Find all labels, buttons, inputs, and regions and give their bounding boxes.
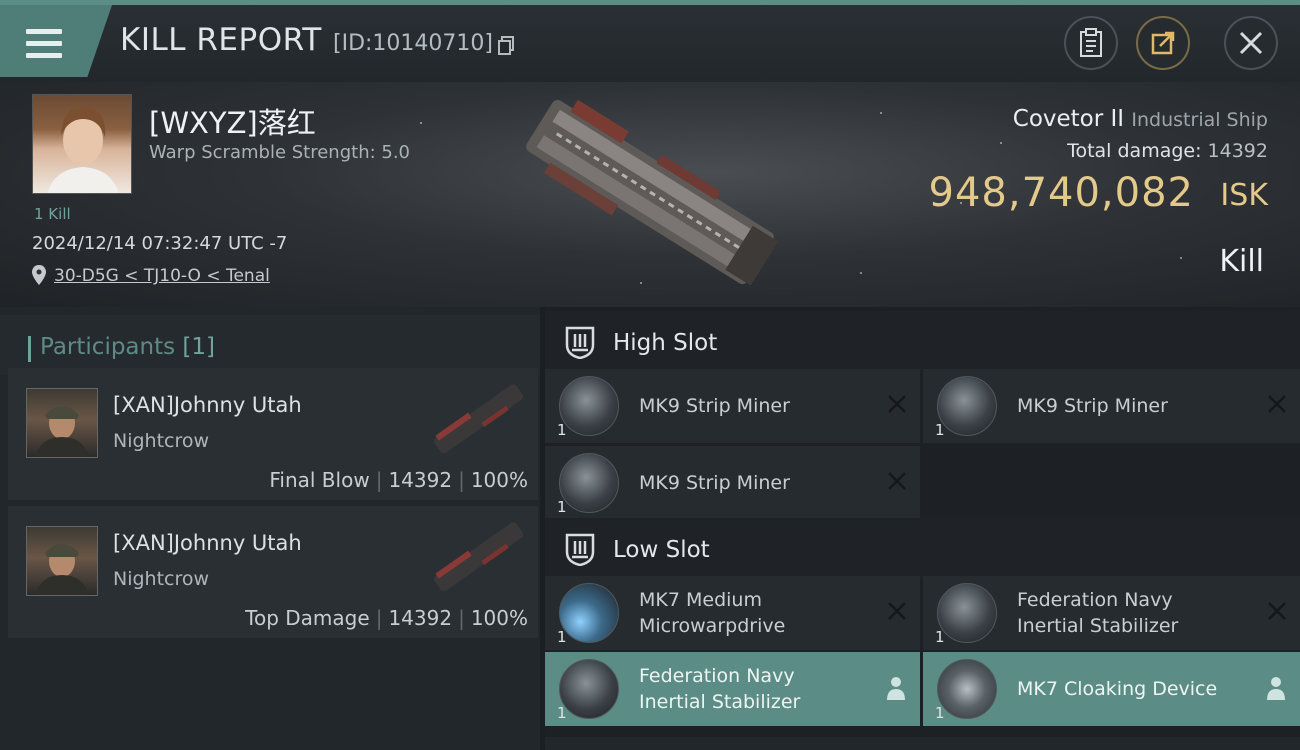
module-name: MK9 Strip Miner [639, 395, 790, 417]
header-bar: KILL REPORT [ID:10140710] [0, 0, 1300, 82]
strip-miner-icon [937, 376, 997, 436]
destroyed-x-icon [888, 395, 906, 413]
module-quantity: 1 [935, 628, 945, 646]
clipboard-button[interactable] [1064, 16, 1118, 70]
module-item[interactable]: 1 MK9 Strip Miner [545, 446, 920, 520]
strip-miner-icon [559, 453, 619, 513]
next-slot-header-partial [545, 737, 1300, 750]
export-button[interactable] [1136, 16, 1190, 70]
participants-header: Participants [1] [0, 315, 540, 375]
participant-ship-image [434, 384, 524, 454]
module-name: Federation Navy Inertial Stabilizer [1017, 589, 1179, 637]
module-quantity: 1 [557, 704, 567, 722]
low-slot-title: Low Slot [613, 537, 710, 563]
victim-avatar[interactable] [32, 94, 132, 194]
module-quantity: 1 [557, 628, 567, 646]
copy-icon[interactable] [498, 36, 515, 55]
kill-summary: [WXYZ]落红 Warp Scramble Strength: 5.0 1 K… [0, 82, 1300, 307]
location-pin-icon [32, 265, 46, 285]
victim-kill-count: 1 Kill [34, 205, 71, 223]
participant-stats: Top Damage | 14392 | 100% [245, 606, 528, 630]
total-damage-value: 14392 [1207, 140, 1268, 162]
module-item[interactable]: 1 MK7 Medium Microwarpdrive [545, 576, 920, 650]
low-slot-header: Low Slot [545, 518, 1300, 580]
module-name: MK7 Medium Microwarpdrive [639, 589, 786, 637]
total-damage: Total damage: 14392 [1067, 140, 1268, 162]
destroyed-x-icon [1268, 395, 1286, 413]
page-title: KILL REPORT [120, 22, 322, 58]
high-slot-title: High Slot [613, 330, 718, 356]
kill-result-label: Kill [1219, 244, 1264, 279]
participant-ship-image [434, 522, 524, 592]
participant-name: [XAN]Johnny Utah [113, 531, 302, 555]
dropped-person-icon [1267, 677, 1285, 700]
participant-row[interactable]: [XAN]Johnny Utah Nightcrow Final Blow | 14… [8, 368, 538, 500]
microwarpdrive-icon [559, 583, 619, 643]
participant-avatar[interactable] [26, 526, 98, 596]
participant-ship: Nightcrow [113, 430, 210, 452]
module-item[interactable]: 1 MK9 Strip Miner [545, 369, 920, 443]
kill-timestamp: 2024/12/14 07:32:47 UTC -7 [32, 233, 288, 254]
module-quantity: 1 [935, 421, 945, 439]
warp-scramble-strength: Warp Scramble Strength: 5.0 [149, 142, 411, 163]
module-item[interactable]: 1 Federation Navy Inertial Stabilizer [923, 576, 1300, 650]
isk-value: 948,740,082 [928, 170, 1194, 216]
module-item[interactable]: 1 MK7 Cloaking Device [923, 652, 1300, 726]
export-icon [1151, 31, 1175, 55]
participant-row[interactable]: [XAN]Johnny Utah Nightcrow Top Damage | 14… [8, 506, 538, 638]
module-item[interactable]: 1 MK9 Strip Miner [923, 369, 1300, 443]
inertial-stabilizer-icon [937, 583, 997, 643]
destroyed-x-icon [1268, 602, 1286, 620]
module-quantity: 1 [557, 498, 567, 516]
ship-name: Covetor II [1012, 106, 1125, 132]
participants-accent-bar [28, 336, 31, 362]
module-name: MK9 Strip Miner [1017, 395, 1168, 417]
low-slot-icon [565, 533, 595, 566]
ship-name-line: Covetor II Industrial Ship [1013, 106, 1268, 132]
inertial-stabilizer-icon [559, 659, 619, 719]
ship-class: Industrial Ship [1131, 109, 1268, 131]
close-icon [1239, 31, 1263, 55]
report-id: [ID:10140710] [333, 31, 493, 56]
victim-name: [WXYZ]落红 [149, 106, 316, 140]
strip-miner-icon [559, 376, 619, 436]
fitting-panel: High Slot 1 MK9 Strip Miner 1 MK9 Strip … [545, 307, 1300, 750]
module-quantity: 1 [935, 704, 945, 722]
participant-stats: Final Blow | 14392 | 100% [269, 468, 528, 492]
high-slot-icon [565, 326, 595, 359]
cloaking-device-icon [937, 659, 997, 719]
clipboard-icon [1080, 28, 1102, 57]
victim-ship-image [526, 99, 779, 286]
module-name: Federation Navy Inertial Stabilizer [639, 665, 801, 713]
destroyed-x-icon [888, 602, 906, 620]
participant-avatar[interactable] [26, 388, 98, 458]
close-button[interactable] [1224, 16, 1278, 70]
module-name: MK7 Cloaking Device [1017, 678, 1218, 700]
module-name: MK9 Strip Miner [639, 472, 790, 494]
module-item[interactable]: 1 Federation Navy Inertial Stabilizer [545, 652, 920, 726]
participants-title: Participants [1] [40, 334, 216, 360]
participant-name: [XAN]Johnny Utah [113, 393, 302, 417]
menu-button[interactable] [0, 5, 112, 77]
isk-unit: ISK [1220, 178, 1268, 213]
header-accent-line [0, 0, 1300, 5]
dropped-person-icon [887, 677, 905, 700]
menu-icon [26, 29, 62, 59]
participants-panel: Participants [1] [XAN]Johnny Utah Nightc… [0, 307, 540, 750]
total-damage-label: Total damage: [1067, 140, 1202, 162]
kill-location-link[interactable]: 30-D5G < TJ10-O < Tenal [54, 266, 270, 286]
destroyed-x-icon [888, 472, 906, 490]
high-slot-header: High Slot [545, 311, 1300, 373]
module-quantity: 1 [557, 421, 567, 439]
participant-ship: Nightcrow [113, 568, 210, 590]
